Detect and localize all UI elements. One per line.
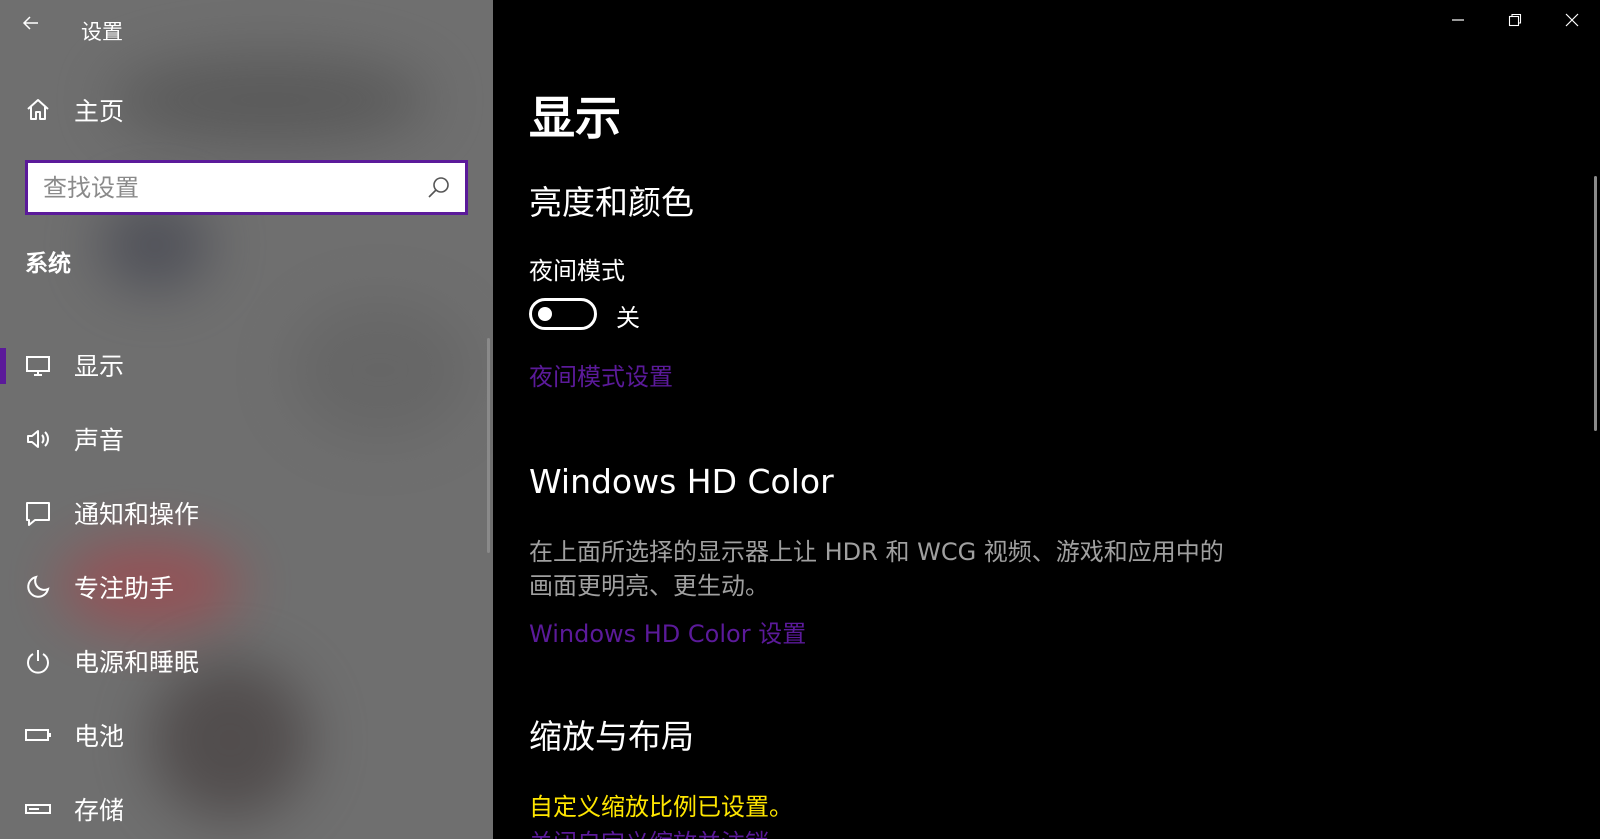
night-light-state: 关 (616, 304, 640, 332)
sidebar-item-notifications[interactable]: 通知和操作 (0, 476, 493, 550)
sidebar: 设置 主页 系统 显示 声音 (0, 0, 493, 839)
hd-color-heading: Windows HD Color (529, 462, 834, 501)
toggle-knob (538, 307, 552, 321)
sidebar-item-home[interactable]: 主页 (24, 90, 124, 130)
turn-off-custom-scaling-link[interactable]: 关闭自定义缩放并注销 (529, 823, 769, 839)
app-title: 设置 (81, 20, 123, 44)
minimize-button[interactable] (1429, 0, 1486, 40)
back-button[interactable] (16, 8, 46, 38)
monitor-icon (24, 351, 52, 379)
night-light-label: 夜间模式 (529, 257, 625, 285)
page-title: 显示 (529, 91, 621, 145)
sidebar-item-display[interactable]: 显示 (0, 328, 493, 402)
storage-icon (24, 795, 52, 823)
speaker-icon (24, 425, 52, 453)
sidebar-item-label: 电源和睡眠 (74, 648, 200, 677)
sidebar-nav: 显示 声音 通知和操作 专注助手 电源和睡眠 电池 存储 (0, 328, 493, 839)
minimize-icon (1451, 19, 1464, 21)
arrow-left-icon (22, 16, 38, 30)
battery-icon (24, 721, 52, 749)
notification-icon (24, 499, 52, 527)
scale-layout-heading: 缩放与布局 (529, 717, 694, 756)
power-icon (24, 647, 52, 675)
close-button[interactable] (1543, 0, 1600, 40)
sidebar-item-battery[interactable]: 电池 (0, 698, 493, 772)
night-light-toggle[interactable] (529, 298, 597, 330)
sidebar-item-label: 主页 (74, 97, 125, 126)
moon-icon (24, 573, 52, 601)
sidebar-item-label: 显示 (74, 352, 125, 381)
search-icon[interactable] (419, 168, 459, 208)
sidebar-item-storage[interactable]: 存储 (0, 772, 493, 839)
sidebar-item-label: 电池 (74, 722, 125, 751)
custom-scale-warning: 自定义缩放比例已设置。 (529, 793, 793, 821)
sidebar-scrollbar[interactable] (487, 338, 490, 553)
hd-color-settings-link[interactable]: Windows HD Color 设置 (529, 614, 806, 649)
close-icon (1565, 13, 1578, 27)
brightness-color-heading: 亮度和颜色 (529, 183, 694, 222)
sidebar-item-power-sleep[interactable]: 电源和睡眠 (0, 624, 493, 698)
background-blur (110, 55, 430, 145)
sidebar-item-focus-assist[interactable]: 专注助手 (0, 550, 493, 624)
sidebar-item-label: 声音 (74, 426, 125, 455)
restore-icon (1508, 13, 1521, 27)
sidebar-item-label: 通知和操作 (74, 500, 200, 529)
restore-button[interactable] (1486, 0, 1543, 40)
section-title: 系统 (25, 251, 71, 277)
home-icon (27, 99, 49, 120)
window-controls (1429, 0, 1600, 40)
hd-color-description: 在上面所选择的显示器上让 HDR 和 WCG 视频、游戏和应用中的画面更明亮、更… (529, 538, 1224, 600)
main-content: 显示 亮度和颜色 夜间模式 关 夜间模式设置 Windows HD Color … (493, 0, 1600, 839)
sidebar-item-label: 专注助手 (74, 574, 175, 603)
night-light-settings-link[interactable]: 夜间模式设置 (529, 357, 673, 392)
search-input[interactable] (28, 163, 419, 212)
sidebar-item-label: 存储 (74, 796, 125, 825)
search-box (25, 160, 468, 215)
sidebar-item-sound[interactable]: 声音 (0, 402, 493, 476)
main-scrollbar[interactable] (1594, 176, 1597, 431)
